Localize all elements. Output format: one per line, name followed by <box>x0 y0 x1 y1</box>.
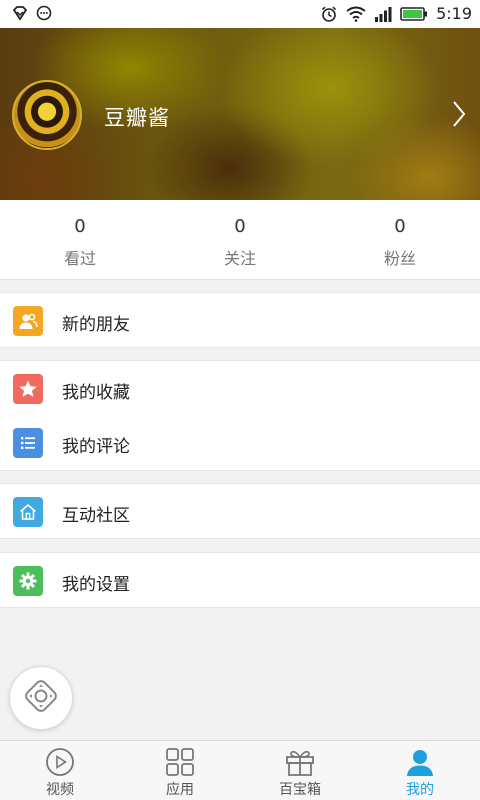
tab-label: 百宝箱 <box>279 782 321 798</box>
remote-control-icon <box>21 676 61 720</box>
username: 豆瓣酱 <box>104 106 170 130</box>
stat-label: 关注 <box>223 249 256 268</box>
bottom-tab-bar: 视频 应用 百宝箱 我的 <box>0 740 480 800</box>
stat-value: 0 <box>234 216 246 237</box>
friends-icon <box>13 306 43 336</box>
wifi-icon <box>346 6 366 22</box>
profile-header[interactable]: 豆瓣酱 <box>0 28 480 200</box>
menu-item-label: 我的评论 <box>62 437 130 457</box>
home-icon <box>13 497 43 527</box>
list-icon <box>13 428 43 458</box>
tab-mine[interactable]: 我的 <box>360 741 480 800</box>
tab-apps[interactable]: 应用 <box>120 741 240 800</box>
menu-item-new-friends[interactable]: 新的朋友 <box>0 292 480 348</box>
floating-remote-button[interactable] <box>9 666 73 730</box>
tab-label: 应用 <box>166 782 194 798</box>
signal-icon <box>374 6 392 22</box>
status-bar: 5:19 <box>0 0 480 28</box>
menu-item-label: 我的收藏 <box>62 383 130 403</box>
alarm-icon <box>320 5 338 23</box>
menu-item-label: 互动社区 <box>62 506 130 526</box>
menu-item-label: 新的朋友 <box>62 315 130 335</box>
menu-item-settings[interactable]: 我的设置 <box>0 552 480 608</box>
stat-following[interactable]: 0 关注 <box>160 200 320 279</box>
stat-watched[interactable]: 0 看过 <box>0 200 160 279</box>
notification-icon <box>12 5 28 21</box>
clock: 5:19 <box>436 4 472 23</box>
menu-item-label: 我的设置 <box>62 575 130 595</box>
gear-icon <box>13 566 43 596</box>
stat-value: 0 <box>394 216 406 237</box>
menu-item-favorites[interactable]: 我的收藏 <box>0 360 480 416</box>
star-icon <box>13 374 43 404</box>
stat-followers[interactable]: 0 粉丝 <box>320 200 480 279</box>
battery-icon <box>400 6 428 22</box>
tab-label: 视频 <box>46 782 74 798</box>
tab-video[interactable]: 视频 <box>0 741 120 800</box>
chat-icon <box>36 5 52 21</box>
chevron-right-icon[interactable] <box>452 100 466 132</box>
menu-item-comments[interactable]: 我的评论 <box>0 415 480 471</box>
stat-value: 0 <box>74 216 86 237</box>
stat-label: 看过 <box>63 249 96 268</box>
tab-toolbox[interactable]: 百宝箱 <box>240 741 360 800</box>
stats-bar: 0 看过 0 关注 0 粉丝 <box>0 200 480 280</box>
avatar[interactable] <box>12 80 82 150</box>
stat-label: 粉丝 <box>383 249 416 268</box>
menu-item-community[interactable]: 互动社区 <box>0 483 480 539</box>
tab-label: 我的 <box>406 782 434 798</box>
